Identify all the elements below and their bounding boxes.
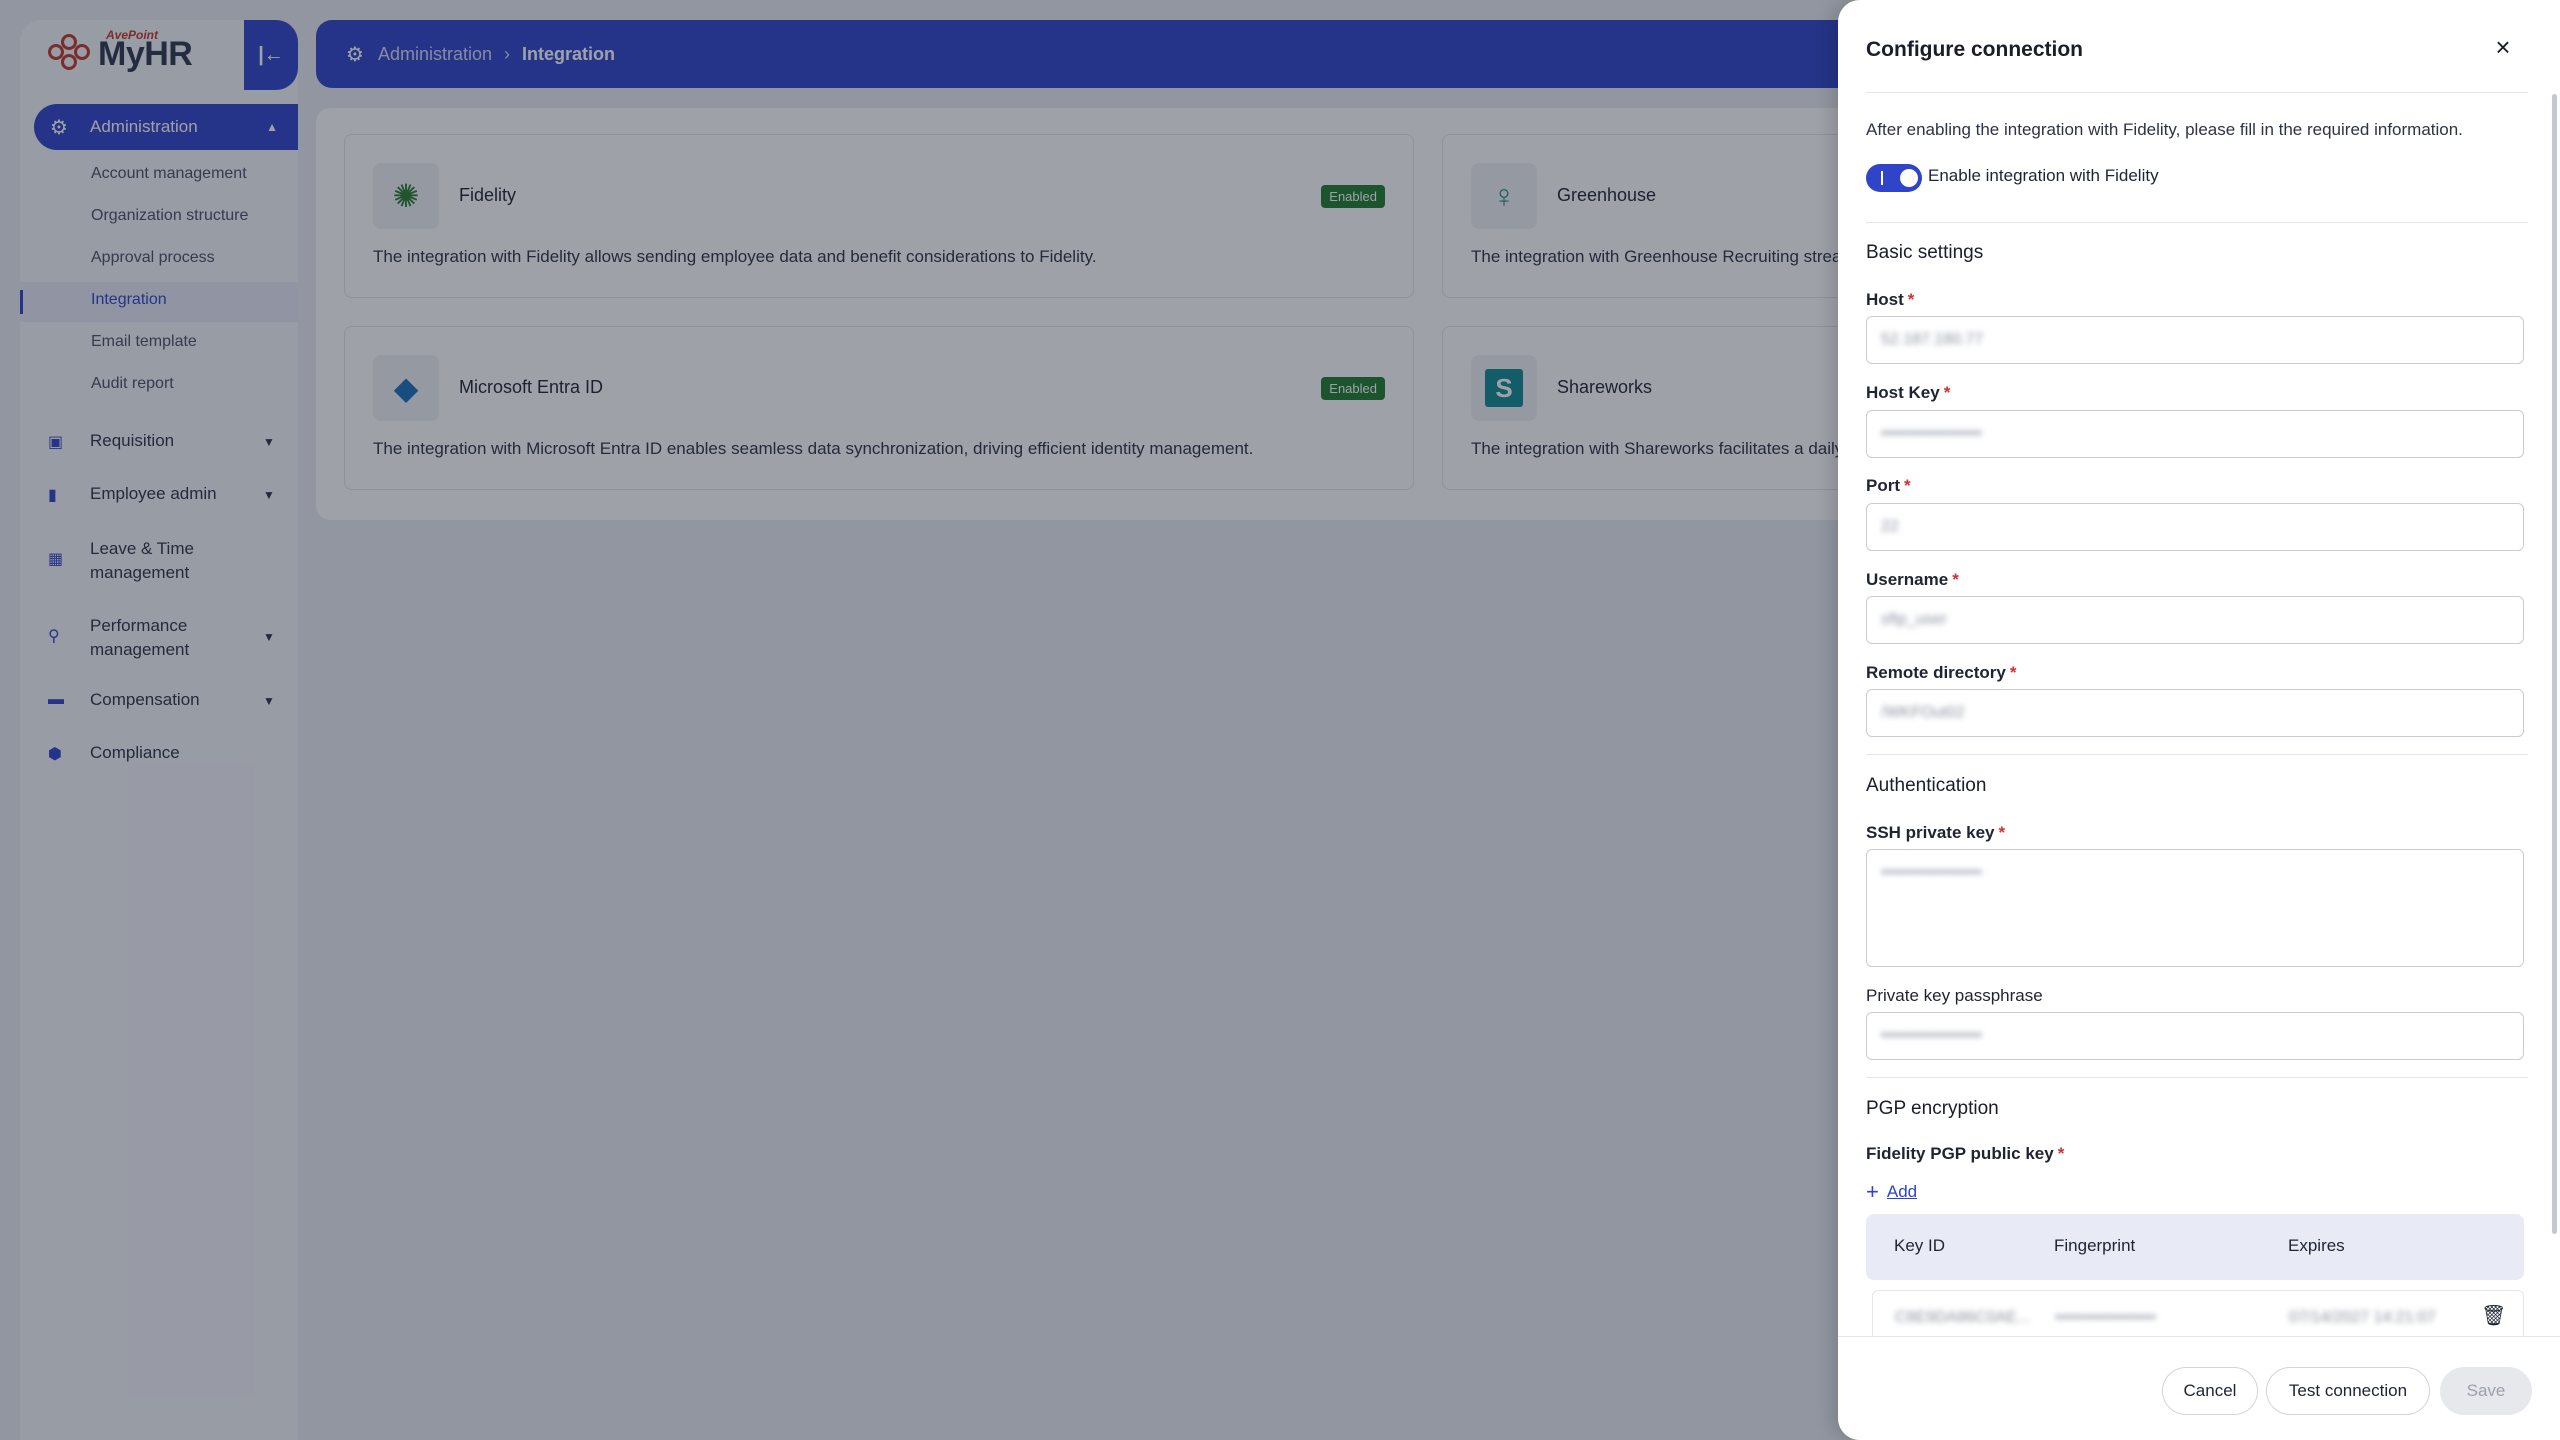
column-expires: Expires bbox=[2288, 1236, 2345, 1255]
configure-connection-drawer: Configure connection × After enabling th… bbox=[1838, 0, 2560, 1440]
username-label: Username * bbox=[1866, 570, 1959, 589]
pgp-key-label: Fidelity PGP public key * bbox=[1866, 1144, 2065, 1163]
drawer-scrollbar[interactable] bbox=[2552, 94, 2557, 1234]
cancel-button[interactable]: Cancel bbox=[2162, 1367, 2258, 1415]
close-icon[interactable]: × bbox=[2488, 32, 2518, 62]
drawer-title: Configure connection bbox=[1866, 38, 2083, 61]
divider bbox=[1866, 754, 2528, 755]
port-label: Port * bbox=[1866, 476, 1911, 495]
divider bbox=[1866, 222, 2528, 223]
ssh-private-key-field[interactable]: •••••••••••••••••• bbox=[1866, 849, 2524, 967]
username-field[interactable]: sftp_user bbox=[1866, 596, 2524, 644]
section-pgp-encryption: PGP encryption bbox=[1866, 1098, 1999, 1119]
host-label: Host * bbox=[1866, 290, 1915, 309]
remote-directory-label: Remote directory * bbox=[1866, 663, 2017, 682]
section-authentication: Authentication bbox=[1866, 775, 1987, 796]
trash-icon[interactable]: 🗑 bbox=[2481, 1303, 2506, 1328]
save-button[interactable]: Save bbox=[2440, 1367, 2532, 1415]
drawer-footer: Cancel Test connection Save bbox=[1838, 1336, 2560, 1440]
toggle-knob bbox=[1900, 169, 1918, 187]
expires-cell: 07/14/2027 14:21:07 bbox=[2289, 1309, 2436, 1326]
remote-directory-field[interactable]: /WKFOut02 bbox=[1866, 689, 2524, 737]
column-fingerprint: Fingerprint bbox=[2054, 1236, 2136, 1255]
divider bbox=[1866, 1077, 2528, 1078]
key-table-header: Key ID Fingerprint Expires bbox=[1866, 1214, 2524, 1280]
fingerprint-cell: •••••••••••••••••• bbox=[2055, 1309, 2156, 1326]
port-field[interactable]: 22 bbox=[1866, 503, 2524, 551]
host-key-label: Host Key * bbox=[1866, 383, 1951, 402]
plus-icon: + bbox=[1866, 1179, 1879, 1204]
toggle-on-mark bbox=[1881, 171, 1883, 185]
key-id-cell: C8E9DA86C0AE... bbox=[1895, 1309, 2031, 1326]
test-connection-button[interactable]: Test connection bbox=[2266, 1367, 2430, 1415]
passphrase-label: Private key passphrase bbox=[1866, 986, 2043, 1005]
drawer-intro: After enabling the integration with Fide… bbox=[1866, 120, 2463, 139]
ssh-key-label: SSH private key * bbox=[1866, 823, 2006, 842]
host-key-field[interactable]: •••••••••••••••••• bbox=[1866, 410, 2524, 458]
enable-integration-toggle[interactable] bbox=[1866, 164, 1922, 192]
passphrase-field[interactable]: •••••••••••••••••• bbox=[1866, 1012, 2524, 1060]
add-key-label: Add bbox=[1886, 1182, 1918, 1201]
host-field[interactable]: 52.187.180.77 bbox=[1866, 316, 2524, 364]
column-key-id: Key ID bbox=[1894, 1236, 1946, 1255]
toggle-label: Enable integration with Fidelity bbox=[1928, 166, 2159, 185]
divider bbox=[1866, 92, 2528, 93]
add-key-button[interactable]: + Add bbox=[1866, 1179, 1918, 1204]
section-basic-settings: Basic settings bbox=[1866, 242, 1984, 263]
